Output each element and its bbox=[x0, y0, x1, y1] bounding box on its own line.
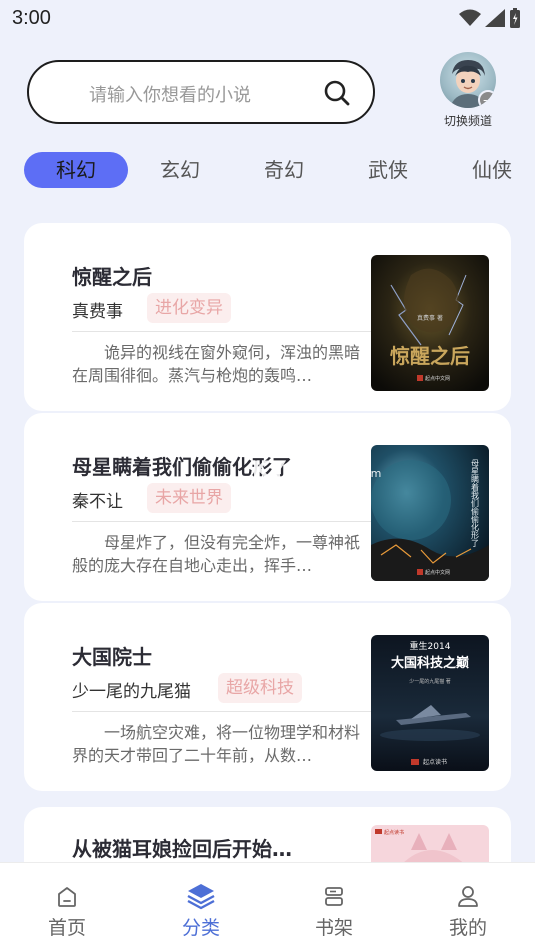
cover-author: 真费事 著 bbox=[417, 314, 443, 322]
cover-publisher: 起点中文网 bbox=[425, 375, 450, 382]
book-cover[interactable]: 重生2014 大国科技之巅 少一尾的九尾猫 著 起点读书 bbox=[371, 635, 489, 771]
cover-title: 惊醒之后 bbox=[390, 344, 470, 368]
nav-bookshelf[interactable]: 书架 bbox=[294, 881, 374, 940]
divider bbox=[72, 711, 372, 712]
nav-home[interactable]: 首页 bbox=[27, 881, 107, 940]
tab-scifi[interactable]: 科幻 bbox=[24, 152, 128, 188]
book-tag: 未来世界 bbox=[147, 483, 231, 513]
switch-channel-button[interactable]: ⇄ 切换频道 bbox=[436, 52, 500, 129]
home-icon bbox=[58, 887, 76, 907]
book-description: 母星炸了，但没有完全炸，一尊神祇般的庞大存在自地心走出，挥手… bbox=[72, 533, 361, 575]
tab-wuxia[interactable]: 武侠 bbox=[358, 152, 418, 188]
status-bar: 3:00 bbox=[0, 0, 535, 36]
search-input[interactable]: 请输入你想看的小说 bbox=[27, 60, 375, 124]
cover-publisher: 起点读书 bbox=[384, 829, 404, 836]
book-title[interactable]: 惊醒之后 bbox=[72, 261, 152, 290]
cover-title: 母星瞒着我们偷偷化形了 bbox=[471, 459, 480, 547]
signal-icon bbox=[485, 9, 505, 27]
watermark: KY5游戏之家.com bbox=[252, 458, 382, 483]
tab-xuanhuan[interactable]: 玄幻 bbox=[150, 152, 210, 188]
book-author: 真费事 bbox=[72, 302, 123, 322]
bookshelf-icon bbox=[325, 887, 343, 906]
book-tag: 超级科技 bbox=[218, 673, 302, 703]
book-title[interactable]: 大国院士 bbox=[72, 641, 152, 670]
cover-publisher: 起点中文网 bbox=[425, 569, 450, 576]
nav-label: 我的 bbox=[448, 917, 487, 939]
book-author: 少一尾的九尾猫 bbox=[72, 682, 191, 702]
nav-label: 书架 bbox=[314, 917, 353, 939]
divider bbox=[72, 521, 372, 522]
book-cover[interactable]: 母星瞒着我们偷偷化形了 起点中文网 bbox=[371, 445, 489, 581]
cover-top-text: 重生2014 bbox=[410, 640, 451, 652]
book-card[interactable]: 惊醒之后 真费事 进化变异 诡异的视线在窗外窥伺，浑浊的黑暗在周围徘徊。蒸汽与枪… bbox=[24, 223, 511, 411]
book-description: 诡异的视线在窗外窥伺，浑浊的黑暗在周围徘徊。蒸汽与枪炮的轰鸣… bbox=[72, 343, 361, 385]
watermark-domain: .com bbox=[351, 467, 383, 480]
divider bbox=[72, 331, 372, 332]
book-title[interactable]: 从被猫耳娘捡回后开始… bbox=[72, 833, 292, 862]
user-icon bbox=[458, 886, 478, 907]
status-time: 3:00 bbox=[12, 7, 51, 29]
nav-category[interactable]: 分类 bbox=[161, 881, 241, 940]
status-icons bbox=[459, 7, 521, 29]
nav-label: 分类 bbox=[181, 917, 220, 939]
wifi-icon bbox=[459, 9, 481, 26]
cover-publisher: 起点读书 bbox=[423, 758, 447, 766]
tab-qihuan[interactable]: 奇幻 bbox=[254, 152, 314, 188]
book-tag: 进化变异 bbox=[147, 293, 231, 323]
battery-icon bbox=[510, 8, 520, 28]
nav-profile[interactable]: 我的 bbox=[428, 881, 508, 940]
tab-xianxia[interactable]: 仙侠 bbox=[462, 152, 522, 188]
cover-title: 大国科技之巅 bbox=[391, 655, 469, 671]
cover-author: 少一尾的九尾猫 著 bbox=[409, 678, 451, 685]
bottom-nav: 首页 分类 书架 我的 bbox=[0, 862, 535, 951]
book-card[interactable]: 大国院士 少一尾的九尾猫 超级科技 一场航空灾难，将一位物理学和材料界的天才带回… bbox=[24, 603, 511, 791]
search-placeholder: 请输入你想看的小说 bbox=[89, 85, 251, 106]
category-tabs: 科幻 玄幻 奇幻 武侠 仙侠 bbox=[0, 152, 535, 190]
search-icon[interactable] bbox=[323, 79, 351, 107]
layers-icon bbox=[187, 884, 215, 910]
book-description: 一场航空灾难，将一位物理学和材料界的天才带回了二十年前，从数… bbox=[72, 723, 361, 765]
channel-label: 切换频道 bbox=[443, 114, 492, 128]
avatar[interactable]: ⇄ bbox=[440, 52, 496, 108]
watermark-sub: 游戏之家 bbox=[303, 467, 352, 480]
book-author: 秦不让 bbox=[72, 492, 123, 512]
book-card[interactable]: 母星瞒着我们偷偷化形了 秦不让 未来世界 母星炸了，但没有完全炸，一尊神祇般的庞… bbox=[24, 413, 511, 601]
nav-label: 首页 bbox=[47, 917, 86, 939]
swap-icon: ⇄ bbox=[478, 90, 496, 108]
book-cover[interactable]: 真费事 著 惊醒之后 起点中文网 bbox=[371, 255, 489, 391]
watermark-main: KY5 bbox=[252, 458, 304, 483]
